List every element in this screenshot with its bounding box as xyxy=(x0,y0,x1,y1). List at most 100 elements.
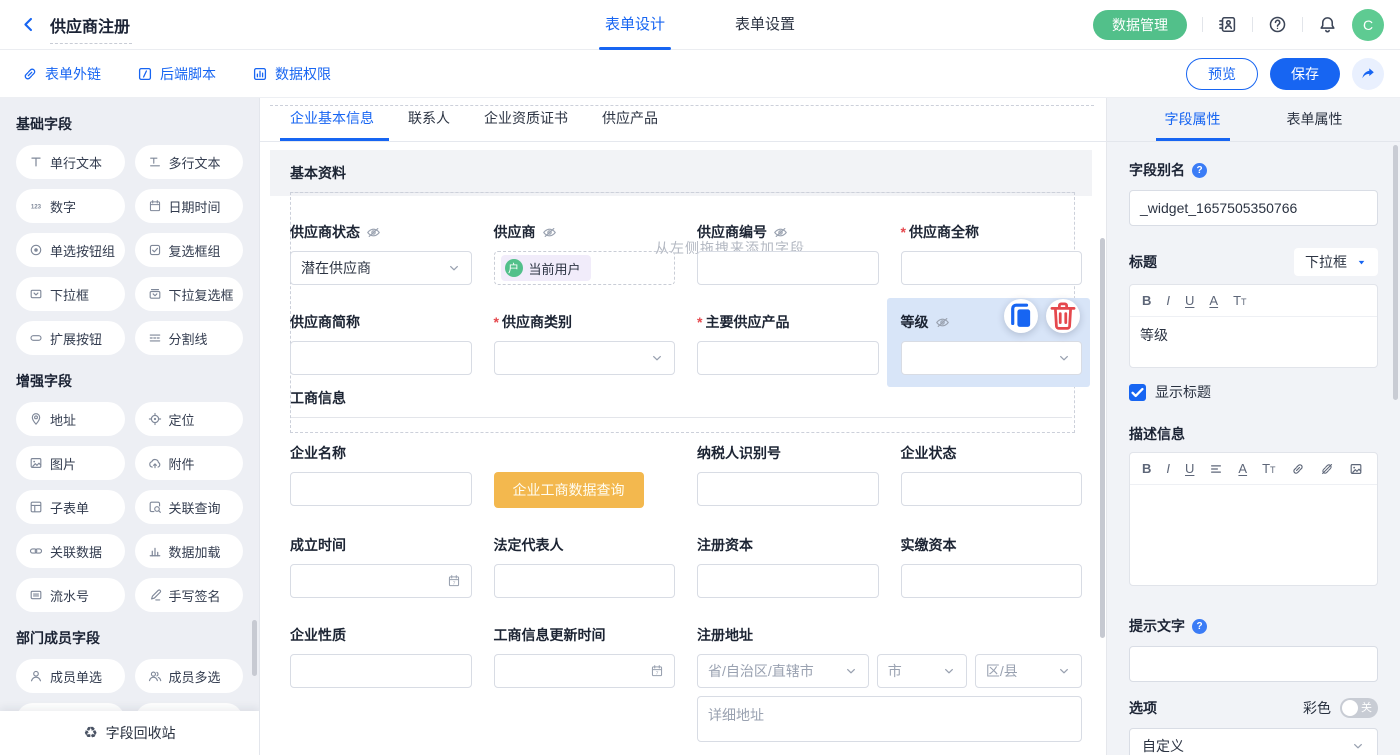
form-page-tab-2[interactable]: 企业资质证书 xyxy=(484,108,568,141)
select-input[interactable] xyxy=(901,341,1083,375)
help-badge-icon[interactable]: ? xyxy=(1192,163,1207,178)
form-field[interactable]: 供应商户当前用户 xyxy=(494,222,676,285)
form-field[interactable]: 供应商简称 xyxy=(290,312,472,375)
select-input[interactable] xyxy=(494,341,676,375)
current-user-field[interactable]: 户当前用户 xyxy=(494,251,676,285)
help-badge-icon[interactable]: ? xyxy=(1192,619,1207,634)
text-input[interactable] xyxy=(697,564,879,598)
sidebar-item-users[interactable]: 成员多选 xyxy=(135,659,244,693)
sidebar-item-address[interactable]: 地址 xyxy=(16,402,125,436)
sidebar-item-serial[interactable]: 流水号 xyxy=(16,578,125,612)
data-manage-button[interactable]: 数据管理 xyxy=(1093,10,1187,40)
sidebar-item-textarea[interactable]: 多行文本 xyxy=(135,145,244,179)
copy-field-button[interactable] xyxy=(1004,299,1038,333)
form-field[interactable]: *供应商全称 xyxy=(901,222,1083,285)
sidebar-scrollbar[interactable] xyxy=(252,620,257,676)
text-input[interactable] xyxy=(494,564,676,598)
text-input[interactable] xyxy=(697,251,879,285)
delete-field-button[interactable] xyxy=(1046,299,1080,333)
text-input[interactable] xyxy=(290,341,472,375)
options-source-select[interactable]: 自定义 xyxy=(1129,728,1378,755)
form-field[interactable]: 企业状态 xyxy=(901,443,1083,508)
text-input[interactable] xyxy=(290,654,472,688)
text-input[interactable] xyxy=(901,472,1083,506)
form-field[interactable]: 注册地址省/自治区/直辖市市区/县详细地址 xyxy=(697,625,1082,742)
form-field[interactable]: 纳税人识别号 xyxy=(697,443,879,508)
form-page-tab-3[interactable]: 供应产品 xyxy=(602,108,658,141)
contacts-icon[interactable] xyxy=(1218,15,1237,34)
form-field[interactable]: *主要供应产品 xyxy=(697,312,879,375)
form-field[interactable]: 实缴资本 xyxy=(901,535,1083,598)
sidebar-item-number[interactable]: 123数字 xyxy=(16,189,125,223)
address-select-2[interactable]: 区/县 xyxy=(975,654,1082,688)
editor-link-button[interactable] xyxy=(1291,462,1305,476)
form-page-tab-0[interactable]: 企业基本信息 xyxy=(290,108,374,141)
form-field[interactable]: 工商信息更新时间7 xyxy=(494,625,676,742)
editor-italic-button[interactable]: I xyxy=(1166,461,1170,476)
show-title-checkbox-row[interactable]: 显示标题 xyxy=(1129,382,1378,402)
share-button[interactable] xyxy=(1352,58,1384,90)
sidebar-item-multi-select[interactable]: 下拉复选框 xyxy=(135,277,244,311)
avatar[interactable]: C xyxy=(1352,9,1384,41)
select-input[interactable]: 潜在供应商 xyxy=(290,251,472,285)
editor-font-size-button[interactable]: TT xyxy=(1262,461,1275,476)
editor-underline-button[interactable]: U xyxy=(1185,293,1194,308)
text-input[interactable] xyxy=(697,341,879,375)
sidebar-item-datetime[interactable]: 日期时间 xyxy=(135,189,244,223)
back-icon[interactable] xyxy=(20,16,37,33)
sidebar-item-radio[interactable]: 单选按钮组 xyxy=(16,233,125,267)
field-recycle-bin[interactable]: ♻ 字段回收站 xyxy=(0,711,259,755)
toolbar-link-0[interactable]: 表单外链 xyxy=(22,64,101,84)
description-editor-content[interactable] xyxy=(1130,485,1377,585)
date-input[interactable]: 7 xyxy=(290,564,472,598)
form-field[interactable]: 企业性质 xyxy=(290,625,472,742)
editor-font-size-button[interactable]: TT xyxy=(1233,293,1246,308)
sidebar-item-data-load[interactable]: 数据加载 xyxy=(135,534,244,568)
sidebar-item-attachment[interactable]: 附件 xyxy=(135,446,244,480)
sidebar-item-ext-button[interactable]: 扩展按钮 xyxy=(16,321,125,355)
sidebar-item-link-query[interactable]: 关联查询 xyxy=(135,490,244,524)
form-field[interactable]: *供应商类别 xyxy=(494,312,676,375)
editor-image-button[interactable] xyxy=(1349,462,1363,476)
text-input[interactable] xyxy=(697,472,879,506)
sidebar-item-user[interactable]: 成员单选 xyxy=(16,659,125,693)
sidebar-item-divider[interactable]: 分割线 xyxy=(135,321,244,355)
field-type-selector[interactable]: 下拉框 xyxy=(1294,248,1378,276)
toolbar-link-2[interactable]: 数据权限 xyxy=(252,64,331,84)
editor-bold-button[interactable]: B xyxy=(1142,461,1151,476)
form-field[interactable]: 供应商状态潜在供应商 xyxy=(290,222,472,285)
property-tab-0[interactable]: 字段属性 xyxy=(1165,109,1221,141)
property-tab-1[interactable]: 表单属性 xyxy=(1287,109,1343,141)
date-input[interactable]: 7 xyxy=(494,654,676,688)
sidebar-item-location[interactable]: 定位 xyxy=(135,402,244,436)
editor-underline-button[interactable]: U xyxy=(1185,461,1194,476)
business-data-query-button[interactable]: 企业工商数据查询 xyxy=(494,472,644,508)
topbar-tab-0[interactable]: 表单设计 xyxy=(605,0,665,50)
editor-unlink-button[interactable] xyxy=(1320,462,1334,476)
text-input[interactable] xyxy=(290,472,472,506)
address-select-0[interactable]: 省/自治区/直辖市 xyxy=(697,654,869,688)
sidebar-item-subform[interactable]: 子表单 xyxy=(16,490,125,524)
text-input[interactable] xyxy=(901,564,1083,598)
form-field[interactable]: 企业工商数据查询 xyxy=(494,443,676,508)
topbar-tab-1[interactable]: 表单设置 xyxy=(735,0,795,50)
editor-align-button[interactable] xyxy=(1209,462,1223,476)
editor-bold-button[interactable]: B xyxy=(1142,293,1151,308)
form-field[interactable]: 企业名称 xyxy=(290,443,472,508)
form-field[interactable]: 法定代表人 xyxy=(494,535,676,598)
placeholder-input[interactable] xyxy=(1129,646,1378,682)
form-page-tab-1[interactable]: 联系人 xyxy=(408,108,450,141)
sidebar-item-signature[interactable]: 手写签名 xyxy=(135,578,244,612)
canvas-scrollbar[interactable] xyxy=(1100,238,1105,638)
help-icon[interactable] xyxy=(1268,15,1287,34)
editor-font-color-button[interactable]: A xyxy=(1209,293,1218,308)
text-input[interactable] xyxy=(901,251,1083,285)
address-detail-textarea[interactable]: 详细地址 xyxy=(697,696,1082,742)
sidebar-item-select[interactable]: 下拉框 xyxy=(16,277,125,311)
panel-scrollbar[interactable] xyxy=(1393,145,1398,400)
title-editor-content[interactable]: 等级 xyxy=(1130,317,1377,367)
editor-font-color-button[interactable]: A xyxy=(1238,461,1247,476)
editor-italic-button[interactable]: I xyxy=(1166,293,1170,308)
field-alias-input[interactable]: _widget_1657505350766 xyxy=(1129,190,1378,226)
sidebar-item-text[interactable]: 单行文本 xyxy=(16,145,125,179)
